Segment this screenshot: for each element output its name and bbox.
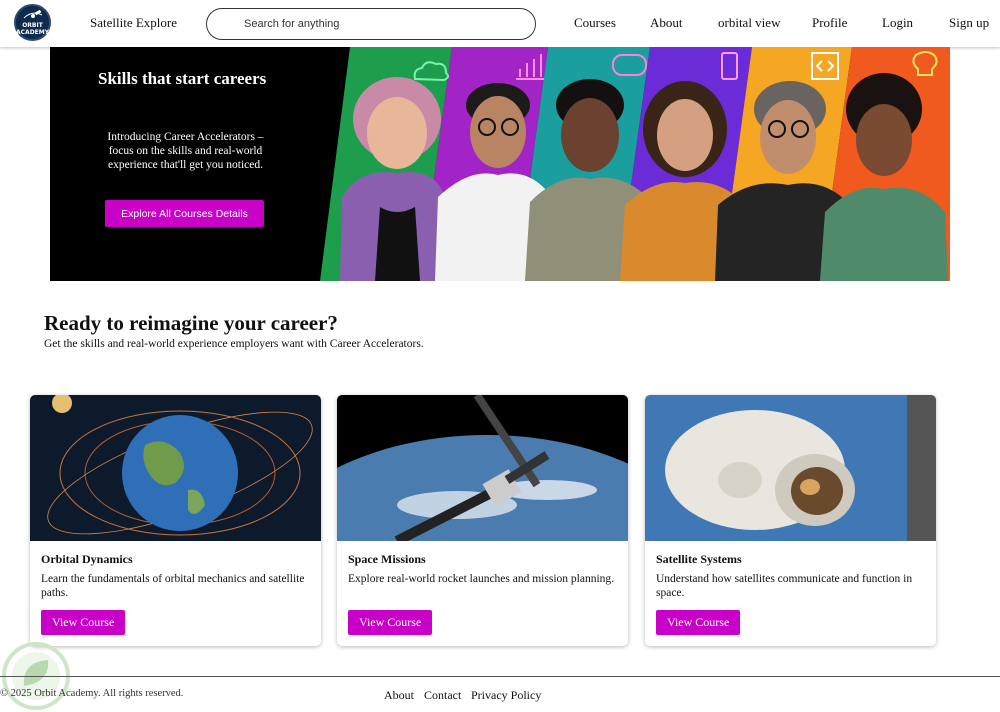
space-missions-image: [337, 395, 628, 541]
card-title: Space Missions: [348, 552, 426, 566]
nav-orbital-view[interactable]: orbital view: [718, 15, 780, 31]
card-title: Orbital Dynamics: [41, 552, 133, 566]
section-subtitle: Get the skills and real-world experience…: [44, 338, 424, 350]
footer-about-link[interactable]: About: [384, 688, 414, 703]
course-card-orbital-dynamics[interactable]: Orbital Dynamics Learn the fundamentals …: [30, 395, 321, 646]
nav-profile[interactable]: Profile: [812, 15, 847, 31]
view-course-button[interactable]: View Course: [348, 610, 433, 635]
footer-divider: [0, 676, 1000, 677]
hero-title: Skills that start careers: [98, 69, 267, 88]
view-course-button[interactable]: View Course: [41, 610, 126, 635]
brand-name[interactable]: Satellite Explore: [90, 15, 177, 31]
navbar: ORBIT ACADEMY Satellite Explore Courses …: [0, 0, 1000, 47]
logo[interactable]: ORBIT ACADEMY: [14, 4, 51, 41]
card-description: Explore real-world rocket launches and m…: [348, 573, 615, 585]
hero-text: Introducing Career Accelerators – focus …: [107, 131, 264, 171]
nav-signup[interactable]: Sign up: [949, 15, 989, 31]
footer-contact-link[interactable]: Contact: [424, 688, 461, 703]
nav-about[interactable]: About: [650, 15, 683, 31]
course-card-satellite-systems[interactable]: Satellite Systems Understand how satelli…: [645, 395, 936, 646]
card-title: Satellite Systems: [656, 552, 742, 566]
search-input[interactable]: [206, 8, 536, 40]
hero-image: [320, 47, 950, 281]
footer-privacy-link[interactable]: Privacy Policy: [471, 688, 541, 703]
section-title: Ready to reimagine your career?: [44, 311, 338, 335]
orbital-dynamics-image: [30, 395, 321, 541]
explore-courses-button[interactable]: Explore All Courses Details: [105, 200, 264, 227]
card-description: Understand how satellites communicate an…: [656, 573, 913, 599]
nav-courses[interactable]: Courses: [574, 15, 616, 31]
hero-banner: Skills that start careers Introducing Ca…: [50, 47, 950, 281]
logo-text: ORBIT ACADEMY: [16, 22, 50, 36]
satellite-systems-image: [645, 395, 936, 541]
card-description: Learn the fundamentals of orbital mechan…: [41, 573, 305, 599]
copyright-text: © 2025 Orbit Academy. All rights reserve…: [0, 688, 184, 699]
course-card-space-missions[interactable]: Space Missions Explore real-world rocket…: [337, 395, 628, 646]
view-course-button[interactable]: View Course: [656, 610, 741, 635]
nav-login[interactable]: Login: [882, 15, 913, 31]
